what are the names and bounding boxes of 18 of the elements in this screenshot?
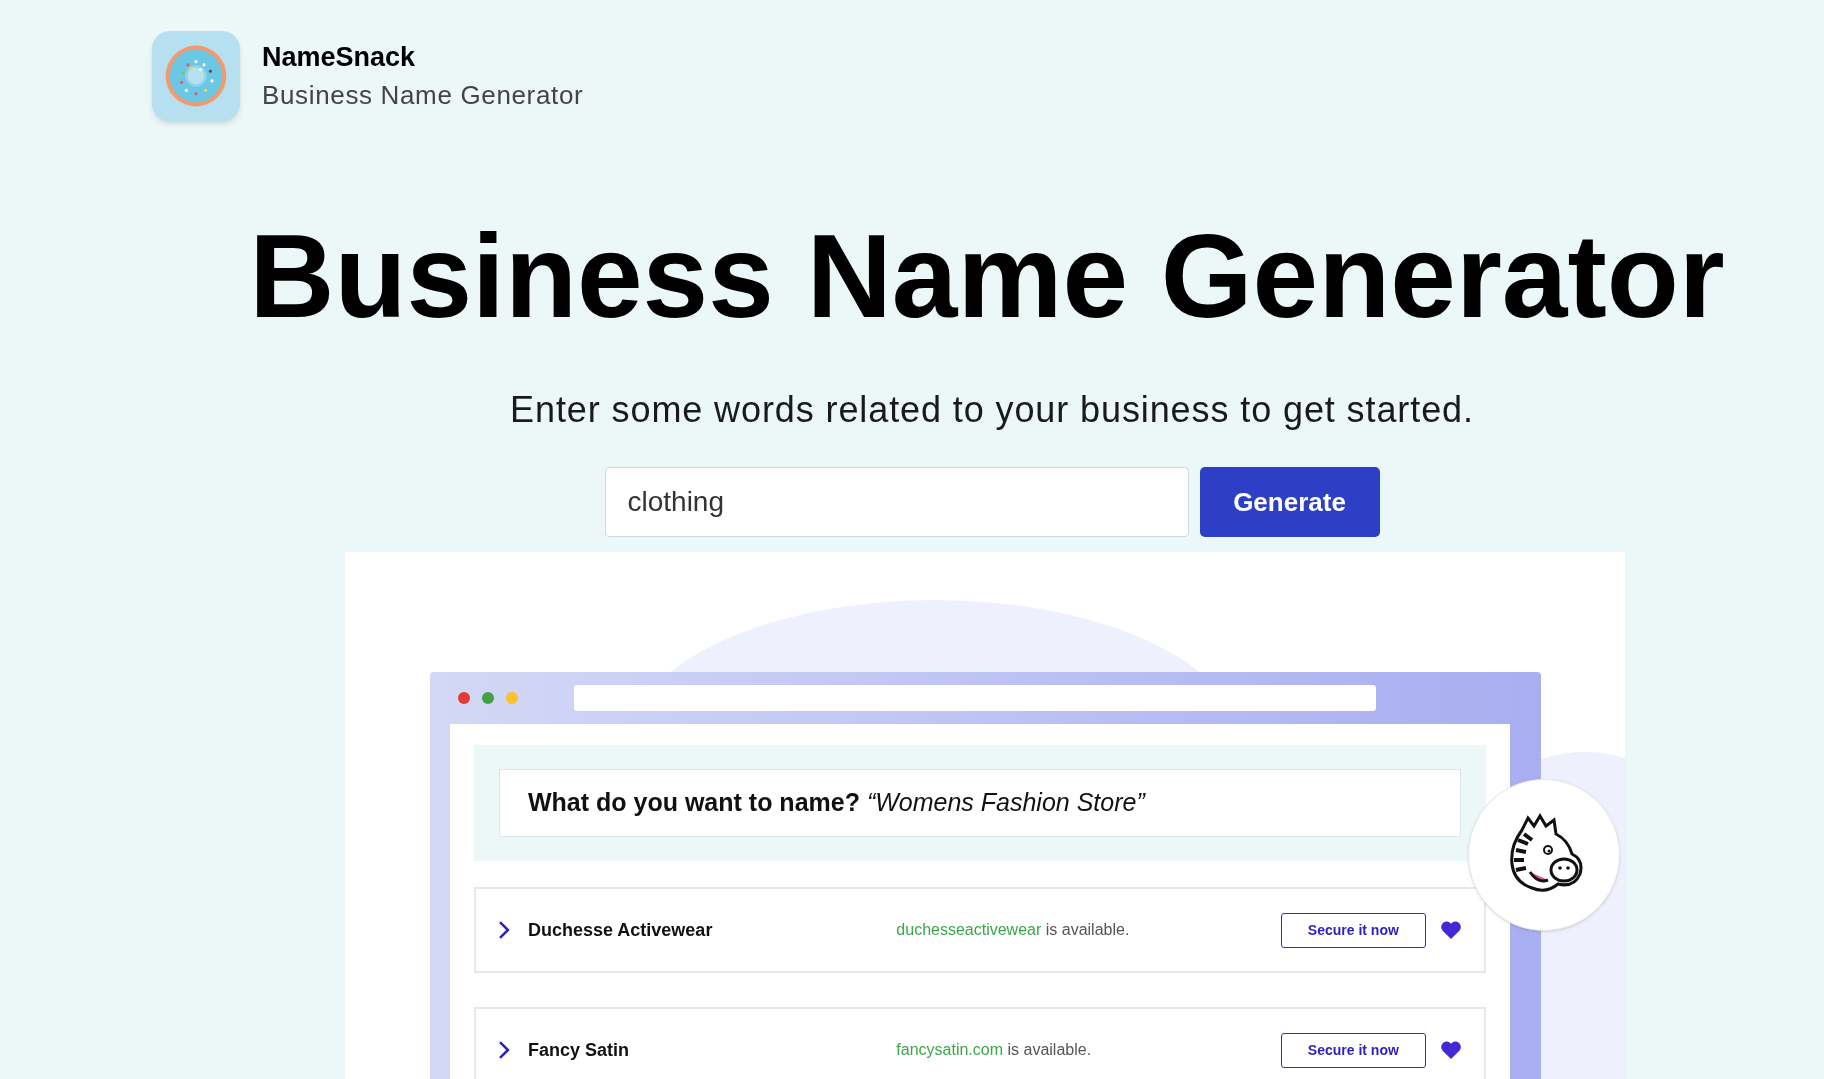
availability-text: duchesseactivewear is available. <box>896 920 1131 940</box>
donut-icon <box>164 44 228 108</box>
hero-subtitle: Enter some words related to your business to get started. <box>509 388 1474 432</box>
keywords-input[interactable]: clothing <box>604 467 1189 537</box>
brand-name: NameSnack <box>262 40 417 74</box>
business-name: Fancy Satin <box>527 1038 630 1062</box>
secure-button[interactable]: Secure it now <box>1280 912 1426 948</box>
brand-tagline: Business Name Generator <box>262 78 584 112</box>
availability-text: fancysatin.com is available. <box>896 1040 1093 1060</box>
question-text: What do you want to name? “Womens Fashion Store” <box>528 787 1145 819</box>
business-name: Duchesse Activewear <box>527 918 714 942</box>
hero-title: Business Name Generator <box>248 217 1725 335</box>
chevron-right-icon[interactable] <box>498 1040 510 1060</box>
secure-button[interactable]: Secure it now <box>1280 1032 1426 1068</box>
generate-button[interactable]: Generate <box>1199 467 1380 537</box>
heart-icon[interactable] <box>1440 920 1462 940</box>
chevron-right-icon[interactable] <box>498 920 510 940</box>
heart-icon[interactable] <box>1440 1040 1462 1060</box>
